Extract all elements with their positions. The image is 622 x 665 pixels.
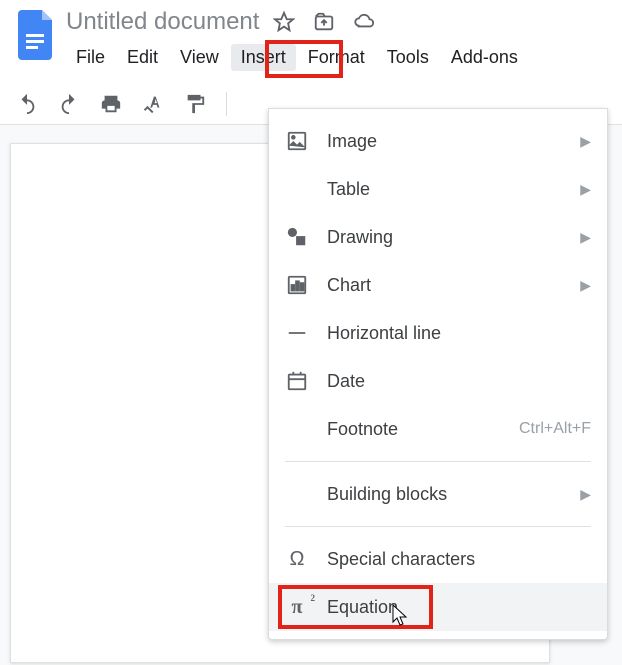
format-paint-button[interactable] bbox=[184, 93, 206, 115]
menu-tools[interactable]: Tools bbox=[377, 44, 439, 71]
blank-icon bbox=[285, 417, 309, 441]
date-icon bbox=[285, 369, 309, 393]
horizontal-line-icon bbox=[285, 321, 309, 345]
menu-file[interactable]: File bbox=[66, 44, 115, 71]
drawing-icon bbox=[285, 225, 309, 249]
redo-button[interactable] bbox=[58, 93, 80, 115]
insert-chart[interactable]: Chart ▶ bbox=[269, 261, 607, 309]
chevron-right-icon: ▶ bbox=[580, 277, 591, 294]
chevron-right-icon: ▶ bbox=[580, 181, 591, 198]
chevron-right-icon: ▶ bbox=[580, 486, 591, 503]
toolbar-separator bbox=[226, 92, 227, 116]
insert-hline-label: Horizontal line bbox=[327, 323, 591, 344]
insert-special-characters[interactable]: Ω Special characters bbox=[269, 535, 607, 583]
print-button[interactable] bbox=[100, 93, 122, 115]
insert-chart-label: Chart bbox=[327, 275, 562, 296]
footnote-shortcut: Ctrl+Alt+F bbox=[519, 420, 591, 438]
insert-image[interactable]: Image ▶ bbox=[269, 117, 607, 165]
document-title[interactable]: Untitled document bbox=[66, 8, 259, 36]
insert-bb-label: Building blocks bbox=[327, 484, 562, 505]
menu-insert[interactable]: Insert bbox=[231, 44, 296, 71]
undo-button[interactable] bbox=[16, 93, 38, 115]
insert-drawing[interactable]: Drawing ▶ bbox=[269, 213, 607, 261]
menu-edit[interactable]: Edit bbox=[117, 44, 168, 71]
insert-horizontal-line[interactable]: Horizontal line bbox=[269, 309, 607, 357]
insert-footnote-label: Footnote bbox=[327, 419, 501, 440]
move-icon[interactable] bbox=[313, 11, 335, 33]
insert-date-label: Date bbox=[327, 371, 591, 392]
menu-view[interactable]: View bbox=[170, 44, 229, 71]
menu-addons[interactable]: Add-ons bbox=[441, 44, 528, 71]
blank-icon bbox=[285, 482, 309, 506]
insert-table[interactable]: Table ▶ bbox=[269, 165, 607, 213]
insert-date[interactable]: Date bbox=[269, 357, 607, 405]
insert-footnote[interactable]: Footnote Ctrl+Alt+F bbox=[269, 405, 607, 453]
menubar: File Edit View Insert Format Tools Add-o… bbox=[66, 44, 606, 71]
insert-image-label: Image bbox=[327, 131, 562, 152]
chart-icon bbox=[285, 273, 309, 297]
chevron-right-icon: ▶ bbox=[580, 229, 591, 246]
cloud-status-icon[interactable] bbox=[353, 11, 375, 33]
insert-dropdown: Image ▶ Table ▶ Drawing ▶ Chart ▶ Horizo… bbox=[268, 108, 608, 640]
spellcheck-button[interactable] bbox=[142, 93, 164, 115]
menu-separator bbox=[285, 526, 591, 527]
insert-specialchars-label: Special characters bbox=[327, 549, 591, 570]
insert-equation-label: Equation bbox=[327, 597, 591, 618]
chevron-right-icon: ▶ bbox=[580, 133, 591, 150]
menu-separator bbox=[285, 461, 591, 462]
blank-icon bbox=[285, 177, 309, 201]
insert-drawing-label: Drawing bbox=[327, 227, 562, 248]
insert-equation[interactable]: π2 Equation bbox=[269, 583, 607, 631]
pi-icon: π2 bbox=[285, 595, 309, 619]
insert-table-label: Table bbox=[327, 179, 562, 200]
image-icon bbox=[285, 129, 309, 153]
insert-building-blocks[interactable]: Building blocks ▶ bbox=[269, 470, 607, 518]
star-icon[interactable] bbox=[273, 11, 295, 33]
omega-icon: Ω bbox=[285, 547, 309, 571]
menu-format[interactable]: Format bbox=[298, 44, 375, 71]
docs-logo[interactable] bbox=[16, 8, 56, 62]
